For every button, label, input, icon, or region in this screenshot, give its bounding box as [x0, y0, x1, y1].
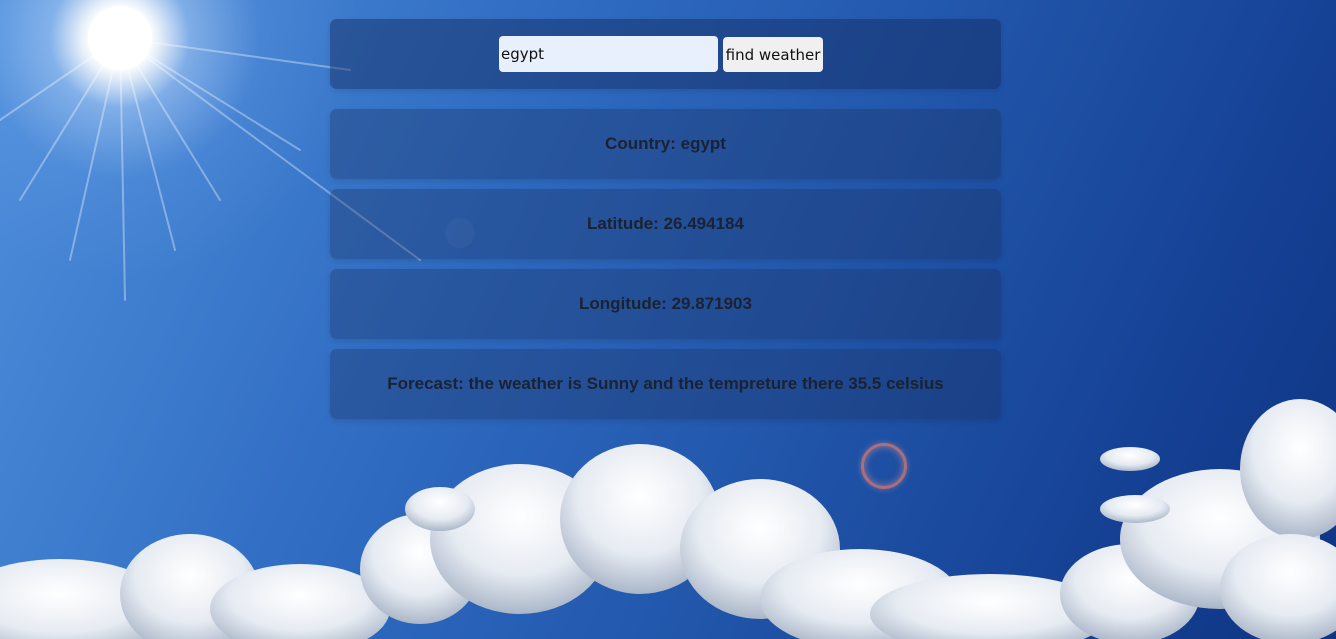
latitude-value: 26.494184 — [663, 214, 744, 233]
search-panel: find weather — [330, 19, 1001, 89]
longitude-value: 29.871903 — [671, 294, 752, 313]
forecast-label: Forecast: — [387, 374, 464, 393]
country-search-input[interactable] — [499, 36, 718, 72]
forecast-value: the weather is Sunny and the tempreture … — [468, 374, 944, 393]
forecast-card: Forecast: the weather is Sunny and the t… — [330, 349, 1001, 419]
latitude-card: Latitude: 26.494184 — [330, 189, 1001, 259]
find-weather-button[interactable]: find weather — [723, 37, 823, 72]
longitude-card: Longitude: 29.871903 — [330, 269, 1001, 339]
country-label: Country: — [605, 134, 676, 153]
country-value: egypt — [680, 134, 726, 153]
longitude-label: Longitude: — [579, 294, 667, 313]
country-card: Country: egypt — [330, 109, 1001, 179]
latitude-label: Latitude: — [587, 214, 659, 233]
